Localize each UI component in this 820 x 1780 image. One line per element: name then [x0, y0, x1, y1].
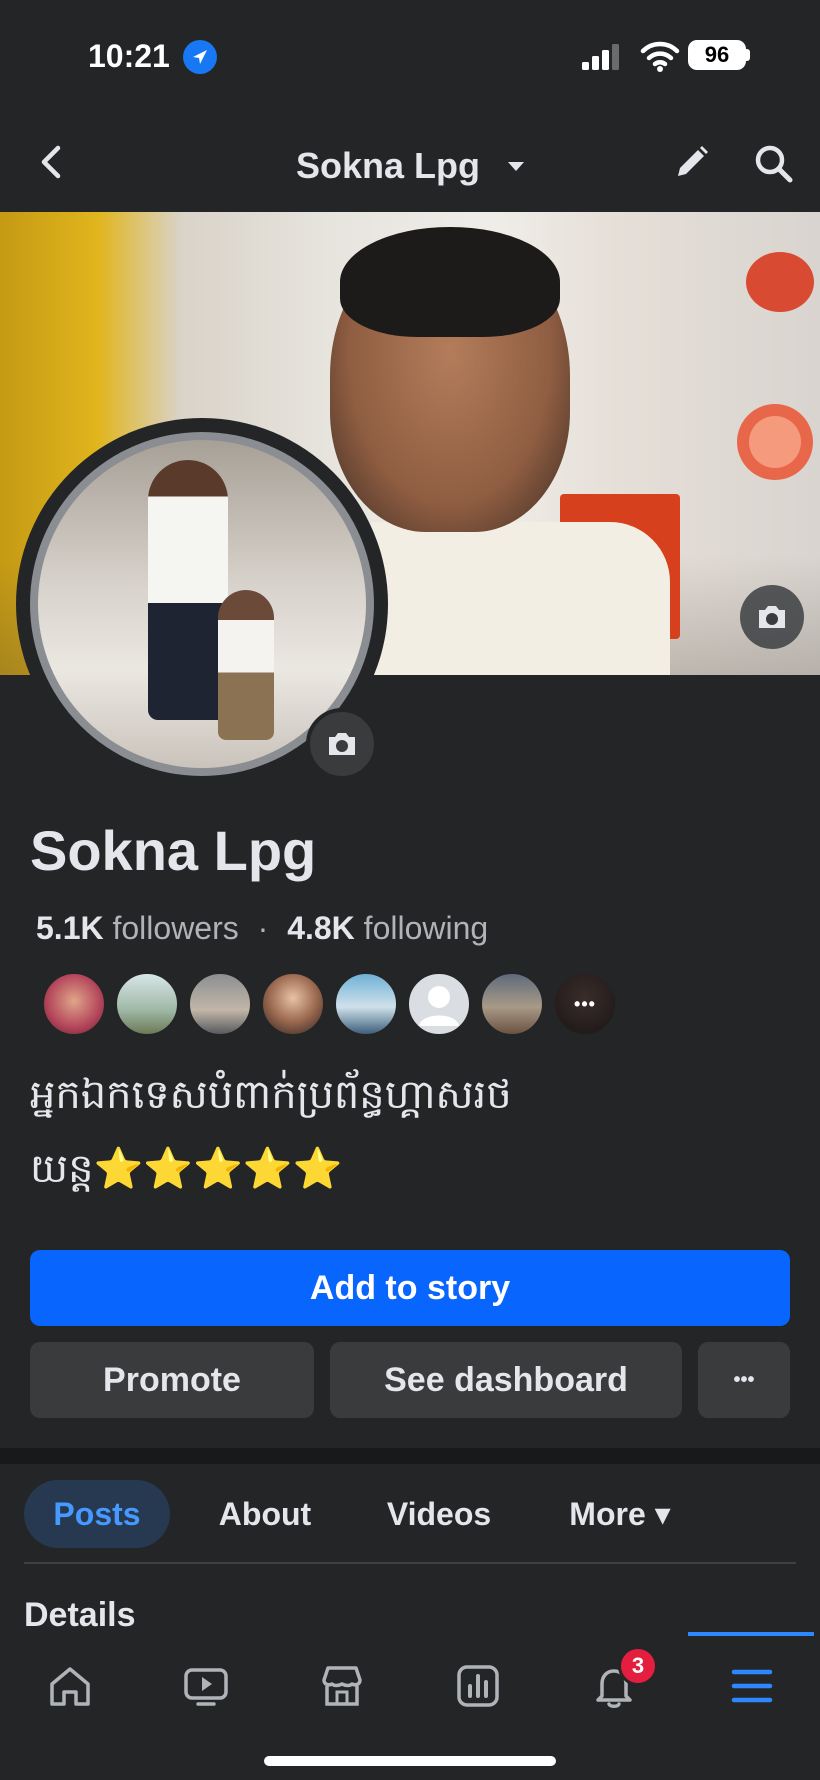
following-link[interactable]: 4.8K following	[287, 910, 488, 946]
friend-avatar[interactable]	[42, 972, 106, 1036]
bio-line: អ្នកឯកទេសបំពាក់ប្រព័ន្ធហ្គាសរថ	[30, 1073, 512, 1117]
menu-icon	[731, 1669, 773, 1703]
battery-indicator: 96	[688, 40, 746, 70]
section-divider	[0, 1448, 820, 1464]
followers-link[interactable]: 5.1K followers	[36, 910, 239, 946]
profile-picture-man	[148, 460, 228, 720]
nav-home[interactable]	[40, 1656, 100, 1716]
followers-label: followers	[112, 910, 239, 946]
more-friends-button[interactable]: •••	[553, 972, 617, 1036]
profile-bio: អ្នកឯកទេសបំពាក់ប្រព័ន្ធហ្គាសរថ យន្ត⭐⭐⭐⭐⭐	[30, 1058, 770, 1206]
profile-picture-child	[218, 590, 274, 740]
nav-dashboard[interactable]	[448, 1656, 508, 1716]
home-icon	[50, 1667, 90, 1706]
friend-avatar[interactable]	[261, 972, 325, 1036]
more-options-button[interactable]: •••	[698, 1342, 790, 1418]
home-indicator[interactable]	[264, 1756, 556, 1766]
profile-stats: 5.1K followers · 4.8K following	[36, 910, 488, 947]
camera-icon	[329, 733, 355, 755]
following-count: 4.8K	[287, 910, 355, 946]
tab-about[interactable]: About	[200, 1480, 330, 1548]
location-icon	[183, 40, 217, 74]
following-label: following	[363, 910, 489, 946]
marketplace-icon	[322, 1666, 362, 1706]
followers-count: 5.1K	[36, 910, 104, 946]
friend-avatar[interactable]	[115, 972, 179, 1036]
search-icon[interactable]	[752, 142, 794, 184]
nav-marketplace[interactable]	[312, 1656, 372, 1716]
default-avatar-icon	[419, 986, 459, 1026]
friend-avatar[interactable]	[480, 972, 544, 1036]
status-time: 10:21	[88, 38, 170, 74]
friend-avatar-placeholder[interactable]	[407, 972, 471, 1036]
active-nav-indicator	[688, 1632, 814, 1636]
tab-videos[interactable]: Videos	[366, 1480, 512, 1548]
edit-pencil-icon[interactable]	[670, 142, 712, 184]
header-title: Sokna Lpg	[295, 145, 480, 186]
details-heading: Details	[24, 1596, 136, 1634]
profile-name: Sokna Lpg	[30, 819, 317, 882]
cover-camera-button[interactable]	[740, 585, 804, 649]
friend-avatar[interactable]	[334, 972, 398, 1036]
notifications-badge: 3	[618, 1646, 658, 1686]
tabs-divider	[24, 1562, 796, 1564]
cover-photo-hair	[340, 227, 560, 337]
bio-line: យន្ត⭐⭐⭐⭐⭐	[30, 1147, 343, 1191]
friend-avatars: •••	[42, 972, 617, 1036]
more-friends-dots: •••	[574, 993, 596, 1014]
tab-posts[interactable]: Posts	[24, 1480, 170, 1548]
battery-tip	[746, 49, 750, 61]
camera-icon	[759, 606, 785, 628]
nav-menu[interactable]	[722, 1656, 782, 1716]
cover-photo-wall-art	[730, 242, 820, 542]
wifi-icon	[640, 40, 680, 72]
add-to-story-button[interactable]: Add to story	[30, 1250, 790, 1326]
friend-avatar[interactable]	[188, 972, 252, 1036]
caret-down-icon[interactable]	[506, 160, 526, 179]
stats-separator: ·	[257, 910, 269, 946]
profile-camera-button[interactable]	[306, 708, 378, 780]
see-dashboard-button[interactable]: See dashboard	[330, 1342, 682, 1418]
video-icon	[184, 1668, 228, 1706]
nav-video[interactable]	[176, 1656, 236, 1716]
tab-more[interactable]: More ▾	[550, 1480, 690, 1548]
promote-button[interactable]: Promote	[30, 1342, 314, 1418]
cellular-signal-icon	[582, 44, 622, 70]
dashboard-icon	[457, 1665, 499, 1707]
